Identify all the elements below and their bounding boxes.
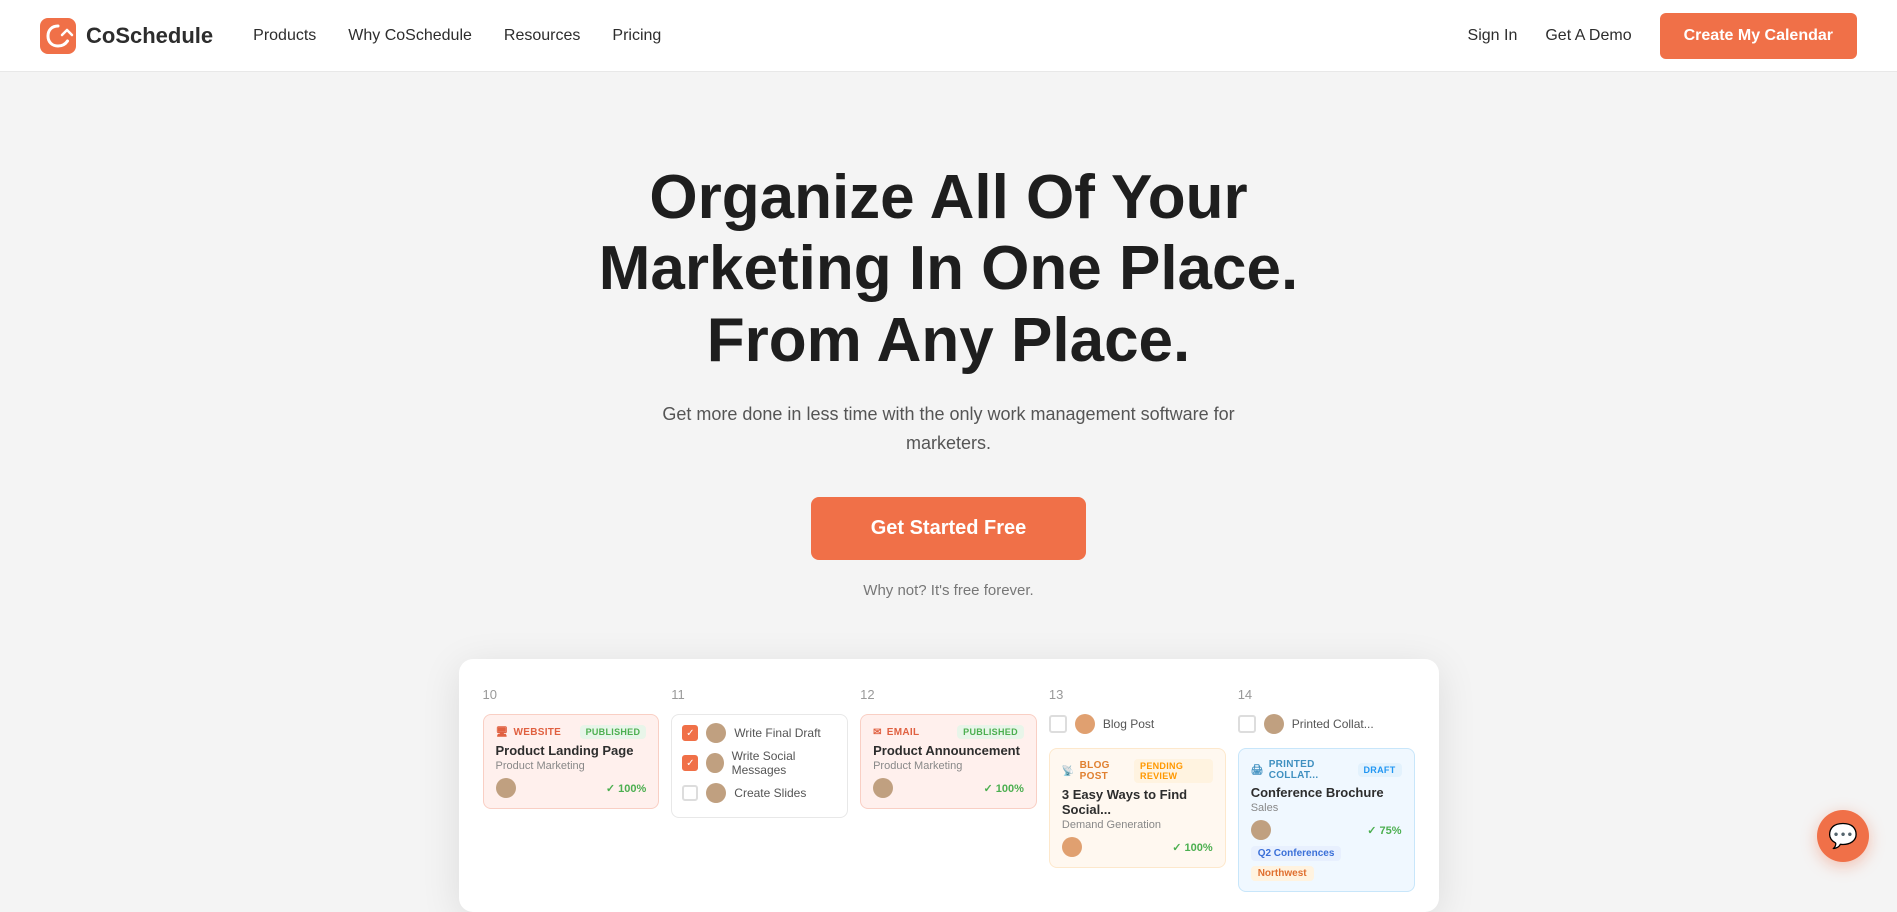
- checkbox-1[interactable]: ✓: [682, 725, 698, 741]
- tag-pills-print: Q2 Conferences Northwest: [1251, 846, 1402, 881]
- calendar-card: 10 🖥 Website Published Product Landing P…: [459, 659, 1439, 912]
- avatar-leah-13-header: [1075, 714, 1095, 734]
- hero-title: Organize All Of Your Marketing In One Pl…: [559, 162, 1339, 376]
- day-number-13: 13: [1049, 687, 1226, 702]
- avatar-whitney-11a: [706, 723, 726, 743]
- calendar-day-12: 12 ✉ Email Published Product Announcemen…: [860, 687, 1037, 912]
- hero-note: Why not? It's free forever.: [40, 582, 1857, 599]
- tag-q2: Q2 Conferences: [1251, 846, 1342, 861]
- avatar-leah-13: [1062, 837, 1082, 857]
- nav-right: Sign In Get A Demo Create My Calendar: [1468, 13, 1857, 59]
- tag-northwest: Northwest: [1251, 866, 1314, 881]
- task-tag-email: ✉ Email Published: [873, 725, 1024, 739]
- task-footer-blog: ✓ 100%: [1062, 837, 1213, 857]
- checklist-item-2: ✓ Write Social Messages: [682, 749, 837, 777]
- avatar-whitney-12: [873, 778, 893, 798]
- task-tag-blog: 📡 Blog Post Pending Review: [1062, 759, 1213, 783]
- task-tag-print: 🖨 Printed Collat... Draft: [1251, 759, 1402, 781]
- task-title-print: Conference Brochure: [1251, 785, 1402, 800]
- calendar-day-10: 10 🖥 Website Published Product Landing P…: [483, 687, 660, 912]
- avatar-whitney-14-header: [1264, 714, 1284, 734]
- task-footer-email: ✓ 100%: [873, 778, 1024, 798]
- task-tag-website: 🖥 Website Published: [496, 725, 647, 739]
- task-sub-print: Sales: [1251, 802, 1402, 814]
- day14-header-label: Printed Collat...: [1292, 717, 1374, 731]
- hero-subtitle: Get more done in less time with the only…: [639, 400, 1259, 458]
- task-title-website: Product Landing Page: [496, 743, 647, 758]
- get-started-button[interactable]: Get Started Free: [811, 497, 1087, 560]
- cta-area: Get Started Free Why not? It's free fore…: [40, 497, 1857, 599]
- task-sub-email: Product Marketing: [873, 760, 1024, 772]
- avatar-whitney-14: [1251, 820, 1271, 840]
- logo[interactable]: CoSchedule: [40, 18, 213, 54]
- chat-icon: 💬: [1828, 822, 1858, 851]
- checklist-text-3: Create Slides: [734, 786, 806, 800]
- nav-resources[interactable]: Resources: [504, 27, 580, 45]
- task-card-print[interactable]: 🖨 Printed Collat... Draft Conference Bro…: [1238, 748, 1415, 892]
- task-card-email[interactable]: ✉ Email Published Product Announcement P…: [860, 714, 1037, 809]
- calendar-grid: 10 🖥 Website Published Product Landing P…: [483, 687, 1415, 912]
- task-title-blog: 3 Easy Ways to Find Social...: [1062, 787, 1213, 817]
- checkbox-3[interactable]: [682, 785, 698, 801]
- calendar-day-14: 14 Printed Collat... 🖨 Printed Collat...…: [1238, 687, 1415, 912]
- task-card-checklist[interactable]: ✓ Write Final Draft ✓ Write Social Messa…: [671, 714, 848, 818]
- day-number-14: 14: [1238, 687, 1415, 702]
- navbar: CoSchedule Products Why CoSchedule Resou…: [0, 0, 1897, 72]
- task-sub-blog: Demand Generation: [1062, 819, 1213, 831]
- email-published-badge: Published: [957, 725, 1024, 739]
- avatar-whitney-11b: [706, 753, 723, 773]
- task-card-blog[interactable]: 📡 Blog Post Pending Review 3 Easy Ways t…: [1049, 748, 1226, 868]
- create-calendar-button[interactable]: Create My Calendar: [1660, 13, 1857, 59]
- task-title-email: Product Announcement: [873, 743, 1024, 758]
- checklist-text-2: Write Social Messages: [732, 749, 837, 777]
- progress-blog: ✓ 100%: [1172, 841, 1212, 854]
- blog-icon: 📡: [1062, 766, 1075, 777]
- calendar-preview: 10 🖥 Website Published Product Landing P…: [419, 659, 1479, 912]
- nav-pricing[interactable]: Pricing: [612, 27, 661, 45]
- pending-badge: Pending Review: [1134, 759, 1213, 783]
- task-card-website[interactable]: 🖥 Website Published Product Landing Page…: [483, 714, 660, 809]
- nav-links: Products Why CoSchedule Resources Pricin…: [253, 27, 1467, 45]
- task-footer-print: ✓ 75%: [1251, 820, 1402, 840]
- progress-website: ✓ 100%: [606, 782, 646, 795]
- checkbox-day13[interactable]: [1049, 715, 1067, 733]
- checkbox-2[interactable]: ✓: [682, 755, 698, 771]
- sign-in-link[interactable]: Sign In: [1468, 27, 1518, 45]
- hero-section: Organize All Of Your Marketing In One Pl…: [0, 72, 1897, 659]
- checklist-item-3: Create Slides: [682, 783, 837, 803]
- task-footer-website: ✓ 100%: [496, 778, 647, 798]
- calendar-day-11: 11 ✓ Write Final Draft ✓ Write Social Me…: [671, 687, 848, 912]
- nav-products[interactable]: Products: [253, 27, 316, 45]
- nav-why[interactable]: Why CoSchedule: [348, 27, 472, 45]
- logo-icon: [40, 18, 76, 54]
- progress-email: ✓ 100%: [983, 782, 1023, 795]
- get-demo-link[interactable]: Get A Demo: [1545, 27, 1631, 45]
- day-number-12: 12: [860, 687, 1037, 702]
- brand-name: CoSchedule: [86, 23, 213, 49]
- print-icon: 🖨: [1251, 765, 1264, 776]
- calendar-day-13: 13 Blog Post 📡 Blog Post Pending Review …: [1049, 687, 1226, 912]
- chat-bubble[interactable]: 💬: [1817, 810, 1869, 862]
- website-icon: 🖥: [496, 727, 509, 738]
- email-icon: ✉: [873, 727, 882, 738]
- day-number-10: 10: [483, 687, 660, 702]
- day13-header-label: Blog Post: [1103, 717, 1154, 731]
- task-sub-website: Product Marketing: [496, 760, 647, 772]
- day14-avatar-row: Printed Collat...: [1238, 714, 1415, 734]
- day13-avatar-row: Blog Post: [1049, 714, 1226, 734]
- draft-badge: Draft: [1358, 763, 1402, 777]
- avatar-whitney-10: [496, 778, 516, 798]
- progress-print: ✓ 75%: [1367, 824, 1401, 837]
- checkbox-day14[interactable]: [1238, 715, 1256, 733]
- day-number-11: 11: [671, 687, 848, 702]
- published-badge: Published: [580, 725, 647, 739]
- checklist-text-1: Write Final Draft: [734, 726, 820, 740]
- avatar-whitney-11c: [706, 783, 726, 803]
- checklist-item-1: ✓ Write Final Draft: [682, 723, 837, 743]
